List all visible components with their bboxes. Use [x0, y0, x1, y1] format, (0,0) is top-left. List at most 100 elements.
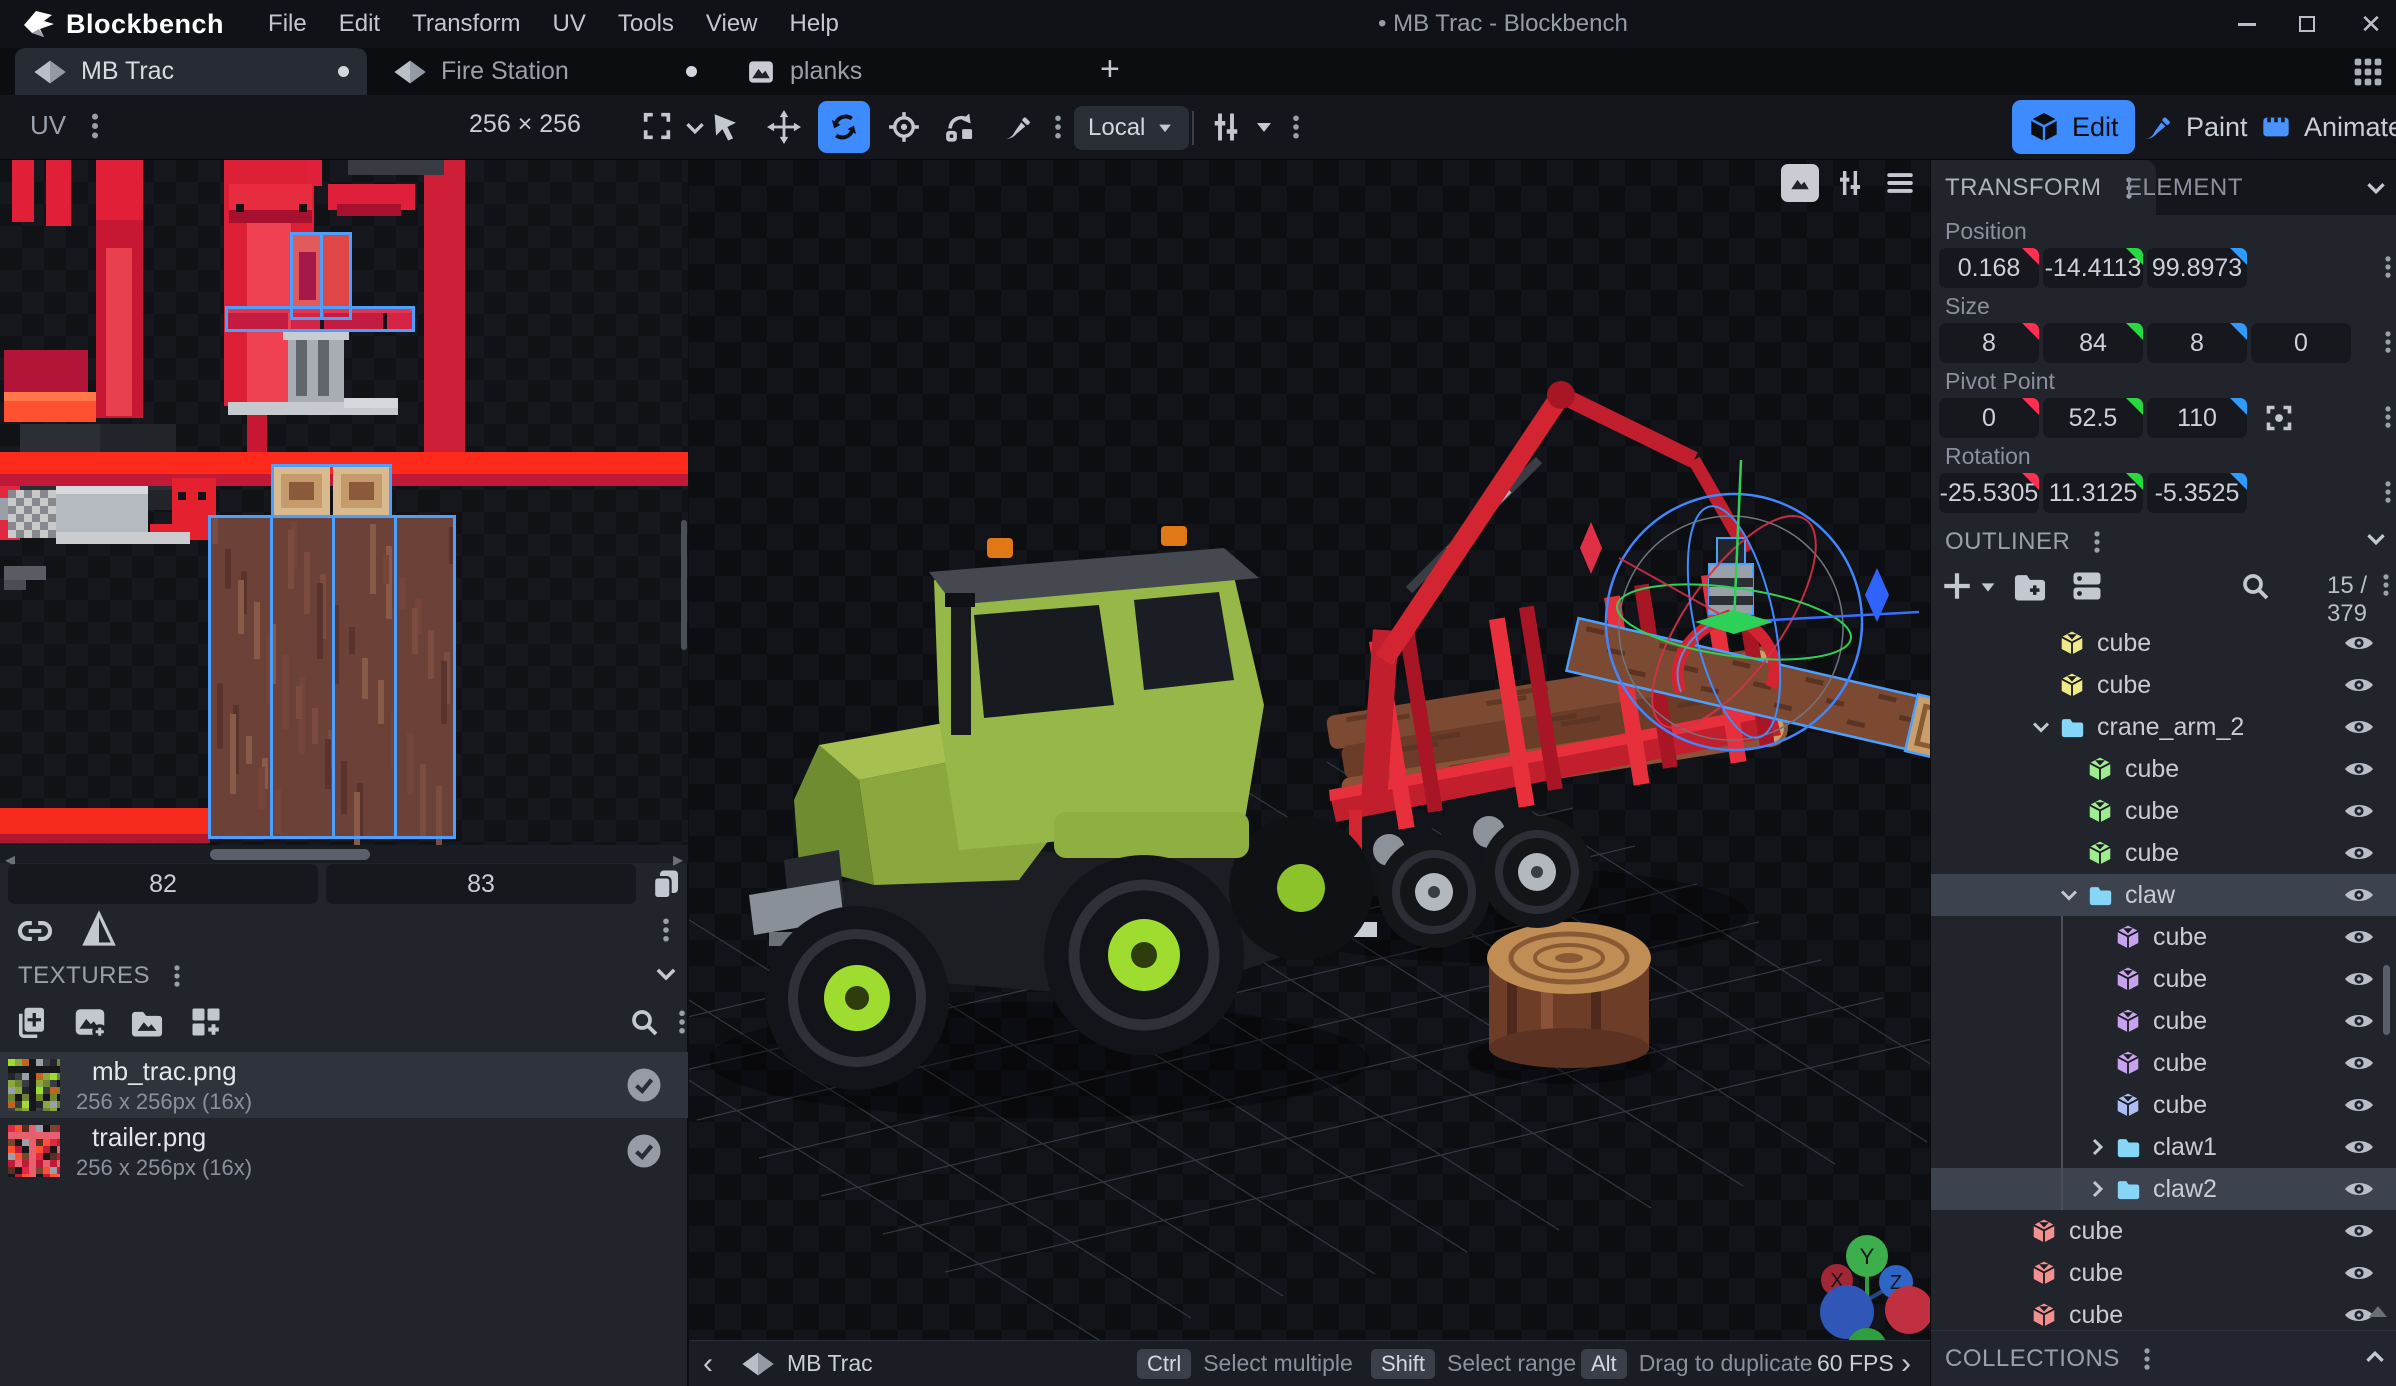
- uv-editor-canvas[interactable]: [0, 160, 688, 845]
- new-tab-button[interactable]: +: [1100, 50, 1120, 89]
- background-image-icon[interactable]: [1781, 164, 1819, 202]
- outliner-search-icon[interactable]: [2239, 570, 2271, 602]
- group-kebab-icon[interactable]: [2375, 479, 2396, 505]
- outliner-row-claw2[interactable]: claw2: [1931, 1168, 2396, 1210]
- expand-chevron-icon[interactable]: [2085, 1177, 2109, 1201]
- collapse-chevron-icon[interactable]: [2029, 715, 2053, 739]
- viewport-sliders-icon[interactable]: [1831, 164, 1869, 202]
- visibility-eye-icon[interactable]: [2343, 883, 2375, 907]
- focus-pivot-button[interactable]: [2261, 400, 2297, 436]
- position-y-input[interactable]: -14.4113: [2043, 248, 2143, 288]
- menu-file[interactable]: File: [252, 0, 323, 48]
- rotation-x-input[interactable]: -25.5305: [1939, 473, 2039, 513]
- rotate-tool[interactable]: [818, 101, 870, 153]
- size-none-input[interactable]: 0: [2251, 323, 2351, 363]
- scrollbar-thumb[interactable]: [210, 849, 370, 860]
- menu-help[interactable]: Help: [774, 0, 855, 48]
- visibility-eye-icon[interactable]: [2343, 1177, 2375, 1201]
- visibility-eye-icon[interactable]: [2343, 841, 2375, 865]
- visibility-eye-icon[interactable]: [2343, 1093, 2375, 1117]
- pivot-point-y-input[interactable]: 52.5: [2043, 398, 2143, 438]
- outliner-row-claw[interactable]: claw: [1931, 874, 2396, 916]
- snap-kebab-icon[interactable]: [1282, 113, 1310, 141]
- outliner-row-cube[interactable]: cube: [1931, 1210, 2396, 1252]
- size-x-input[interactable]: 8: [1939, 323, 2039, 363]
- outliner-row-cube[interactable]: cube: [1931, 832, 2396, 874]
- group-kebab-icon[interactable]: [2375, 404, 2396, 430]
- outliner-collapse-icon[interactable]: [2363, 526, 2389, 552]
- texture-group-icon[interactable]: [188, 1004, 224, 1040]
- outliner-row-cube[interactable]: cube: [1931, 1042, 2396, 1084]
- add-texture-icon[interactable]: [14, 1004, 50, 1040]
- uv-row-kebab-icon[interactable]: [652, 916, 680, 944]
- outliner-row-cube[interactable]: cube: [1931, 958, 2396, 1000]
- add-cube-caret-icon[interactable]: [1977, 576, 1999, 598]
- outliner-row-cube[interactable]: cube: [1931, 1252, 2396, 1294]
- textures-header[interactable]: TEXTURES: [18, 962, 190, 990]
- mirror-uv-icon[interactable]: [80, 910, 118, 948]
- maximize-button[interactable]: [2284, 0, 2330, 48]
- tab-transform[interactable]: TRANSFORM: [1931, 160, 2156, 215]
- visibility-eye-icon[interactable]: [2343, 715, 2375, 739]
- viewport-menu-icon[interactable]: [1881, 164, 1919, 202]
- menu-view[interactable]: View: [690, 0, 774, 48]
- tab-element[interactable]: ELEMENT: [2126, 174, 2243, 202]
- visibility-eye-icon[interactable]: [2343, 925, 2375, 949]
- visibility-eye-icon[interactable]: [2343, 673, 2375, 697]
- visibility-eye-icon[interactable]: [2343, 1219, 2375, 1243]
- outliner-row-cube[interactable]: cube: [1931, 1294, 2396, 1330]
- collapse-chevron-icon[interactable]: [2057, 883, 2081, 907]
- rotation-y-input[interactable]: 11.3125: [2043, 473, 2143, 513]
- texture-applied-check-icon[interactable]: [626, 1133, 662, 1169]
- texture-search-icon[interactable]: [628, 1006, 660, 1038]
- brush-tool[interactable]: [992, 101, 1044, 153]
- outliner-row-cube[interactable]: cube: [1931, 622, 2396, 664]
- add-group-icon[interactable]: [2011, 568, 2049, 606]
- menu-uv[interactable]: UV: [537, 0, 602, 48]
- pivot-tool[interactable]: [878, 101, 930, 153]
- position-x-input[interactable]: 0.168: [1939, 248, 2039, 288]
- visibility-eye-icon[interactable]: [2343, 757, 2375, 781]
- minimize-button[interactable]: [2224, 0, 2270, 48]
- size-z-input[interactable]: 8: [2147, 323, 2247, 363]
- uv-x-input[interactable]: 82: [8, 864, 318, 904]
- uv-selection-box[interactable]: [271, 464, 392, 518]
- menu-edit[interactable]: Edit: [323, 0, 396, 48]
- mode-edit[interactable]: Edit: [2012, 100, 2135, 154]
- rotation-z-input[interactable]: -5.3525: [2147, 473, 2247, 513]
- visibility-eye-icon[interactable]: [2343, 631, 2375, 655]
- outliner-row-cube[interactable]: cube: [1931, 664, 2396, 706]
- tab-mb-trac[interactable]: MB Trac: [15, 48, 367, 95]
- texture-row-mb_trac.png[interactable]: mb_trac.png256 x 256px (16x): [0, 1052, 688, 1118]
- transform-space-dropdown[interactable]: Local: [1074, 106, 1189, 150]
- size-y-input[interactable]: 84: [2043, 323, 2143, 363]
- outliner-row-cube[interactable]: cube: [1931, 790, 2396, 832]
- group-kebab-icon[interactable]: [2375, 329, 2396, 355]
- position-z-input[interactable]: 99.8973: [2147, 248, 2247, 288]
- outliner-row-cube[interactable]: cube: [1931, 1000, 2396, 1042]
- fullscreen-icon[interactable]: [640, 109, 674, 143]
- snap-settings-icon[interactable]: [1208, 109, 1244, 145]
- texture-applied-check-icon[interactable]: [626, 1067, 662, 1103]
- import-image-icon[interactable]: [72, 1004, 108, 1040]
- collections-expand-icon[interactable]: [2362, 1344, 2388, 1370]
- apps-grid-icon[interactable]: [2352, 56, 2384, 88]
- visibility-eye-icon[interactable]: [2343, 1261, 2375, 1285]
- select-tool[interactable]: [700, 101, 752, 153]
- tab-planks[interactable]: planks: [728, 48, 1058, 95]
- visibility-eye-icon[interactable]: [2343, 1135, 2375, 1159]
- menu-tools[interactable]: Tools: [602, 0, 690, 48]
- collections-panel[interactable]: COLLECTIONS: [1930, 1330, 2396, 1386]
- menu-transform[interactable]: Transform: [396, 0, 536, 48]
- uv-menu-kebab-icon[interactable]: [80, 111, 110, 141]
- statusbar-next-icon[interactable]: ›: [1901, 1341, 1911, 1386]
- snap-caret-icon[interactable]: [1252, 115, 1276, 139]
- visibility-eye-icon[interactable]: [2343, 967, 2375, 991]
- outliner-kebab-icon[interactable]: [2084, 529, 2110, 555]
- textures-kebab-icon[interactable]: [164, 963, 190, 989]
- tools-kebab-icon[interactable]: [1044, 113, 1072, 141]
- flip-tool[interactable]: [934, 101, 986, 153]
- collections-kebab-icon[interactable]: [2134, 1346, 2160, 1372]
- expand-chevron-icon[interactable]: [2085, 1135, 2109, 1159]
- add-cube-icon[interactable]: [1939, 568, 1975, 604]
